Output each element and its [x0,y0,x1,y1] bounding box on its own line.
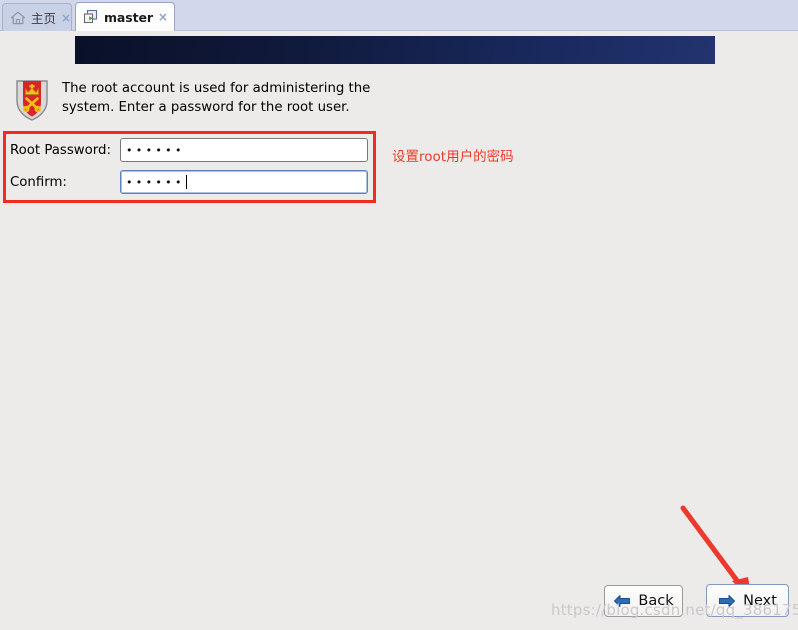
confirm-password-row: Confirm: •••••• [10,170,370,194]
root-password-row: Root Password: •••••• [10,138,370,162]
tab-master-close-icon[interactable]: × [158,11,168,23]
root-password-form: Root Password: •••••• Confirm: •••••• [10,138,370,194]
tab-master-label: master [104,9,153,25]
tab-home-close-icon[interactable]: × [61,12,71,24]
tab-bar: 主页 × master × [0,0,798,31]
root-password-label: Root Password: [10,142,111,158]
text-caret [185,175,187,189]
root-password-info: The root account is used for administeri… [12,77,412,123]
root-password-shield-icon [12,77,52,123]
tab-home-label: 主页 [31,11,57,26]
root-password-input[interactable]: •••••• [120,138,368,162]
confirm-password-label: Confirm: [10,174,67,190]
confirm-password-input[interactable]: •••••• [120,170,368,194]
root-password-value: •••••• [126,143,185,157]
virt-manager-window: 主页 × master × The root account is used f… [0,0,798,630]
confirm-password-value: •••••• [126,175,185,189]
installer-banner [75,36,715,64]
tab-home[interactable]: 主页 × [2,3,72,31]
watermark: https://blog.csdn.net/qq_38617531 [551,601,798,619]
annotation-text: 设置root用户的密码 [392,149,514,165]
home-icon [10,10,26,26]
virtual-machine-icon [83,9,99,25]
tab-master[interactable]: master × [75,2,175,31]
root-password-description: The root account is used for administeri… [62,81,371,115]
